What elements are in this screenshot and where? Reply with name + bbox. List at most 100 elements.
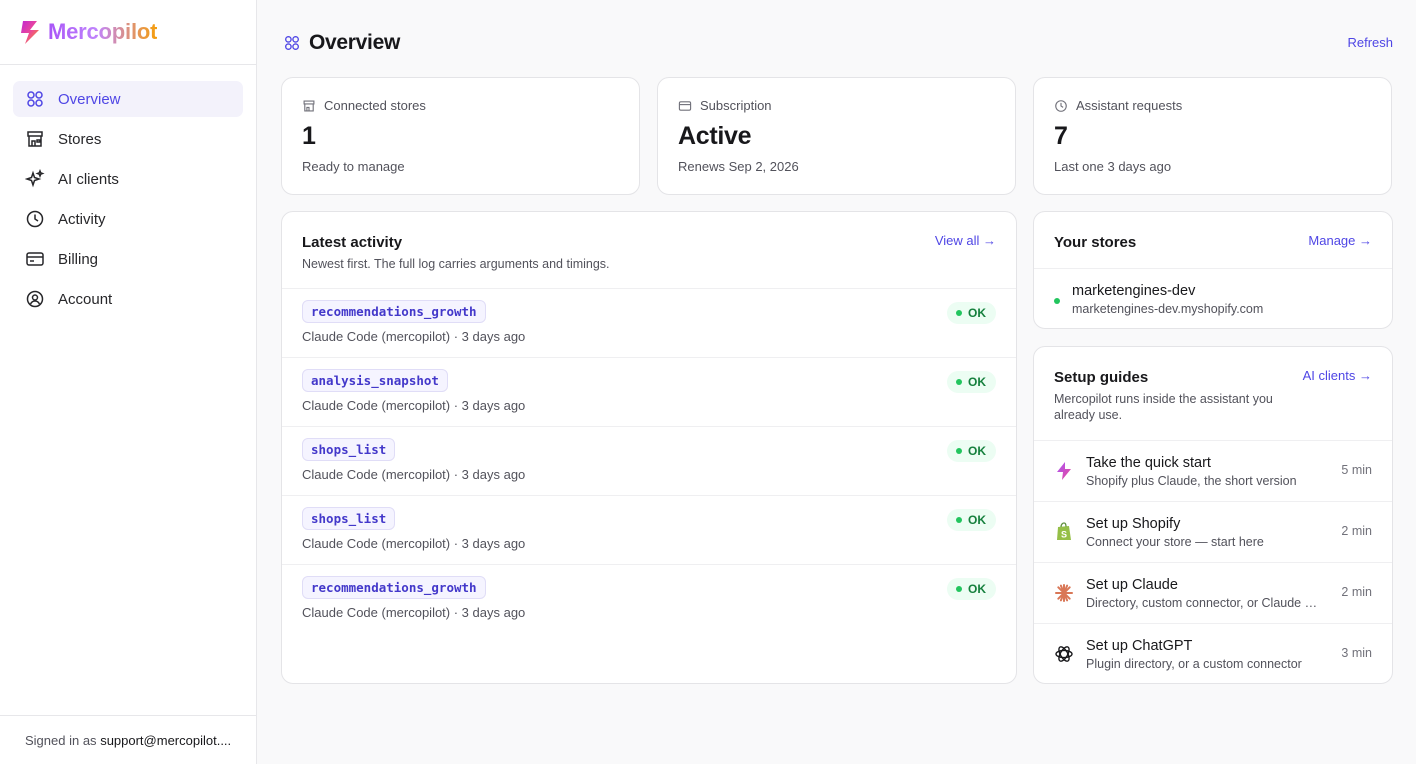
guide-time: 3 min xyxy=(1341,646,1372,660)
card-description: Mercopilot runs inside the assistant you… xyxy=(1054,392,1273,422)
activity-meta: Claude Code (mercopilot) · 3 days ago xyxy=(302,329,526,344)
sidebar-item-account[interactable]: Account xyxy=(13,281,243,317)
list-item[interactable]: shops_list Claude Code (mercopilot) · 3 … xyxy=(282,495,1016,564)
activity-meta: Claude Code (mercopilot) · 3 days ago xyxy=(302,398,526,413)
status-dot xyxy=(956,517,962,523)
store-domain: marketengines-dev.myshopify.com xyxy=(1072,302,1264,316)
stat-label: Connected stores xyxy=(324,98,426,113)
sidebar: Mercopilot Overview Stores AI clients Ac… xyxy=(0,0,257,764)
guide-subtitle: Shopify plus Claude, the short version xyxy=(1086,474,1297,488)
guide-item-shopify[interactable]: S Set up Shopify Connect your store — st… xyxy=(1034,501,1392,562)
store-name: marketengines-dev xyxy=(1072,283,1196,299)
list-item[interactable]: recommendations_growth Claude Code (merc… xyxy=(282,564,1016,633)
guide-item-quick-start[interactable]: Take the quick start Shopify plus Claude… xyxy=(1034,440,1392,501)
sidebar-item-label: AI clients xyxy=(58,170,119,188)
stat-sub: Last one 3 days ago xyxy=(1054,159,1172,174)
guide-subtitle: Directory, custom connector, or Claude C… xyxy=(1086,596,1324,610)
status-badge: OK xyxy=(947,302,996,324)
sidebar-item-label: Stores xyxy=(58,130,102,148)
refresh-button[interactable]: Refresh xyxy=(1347,35,1393,50)
store-icon xyxy=(27,131,43,147)
guide-list: Take the quick start Shopify plus Claude… xyxy=(1034,440,1392,684)
stat-label: Assistant requests xyxy=(1076,98,1183,113)
store-icon xyxy=(303,100,315,111)
status-badge: OK xyxy=(947,578,996,600)
sidebar-item-overview[interactable]: Overview xyxy=(13,81,243,117)
logo-icon xyxy=(21,21,39,44)
sparkles-icon xyxy=(25,169,45,188)
clock-icon xyxy=(1055,99,1067,112)
sidebar-nav: Overview Stores AI clients Activity Bill… xyxy=(0,65,256,337)
guide-subtitle: Plugin directory, or a custom connector xyxy=(1086,657,1302,671)
page-title: Overview xyxy=(309,31,400,54)
latest-activity-card: Latest activity Newest first. The full l… xyxy=(281,211,1017,684)
setup-guides-card: Setup guides Mercopilot runs inside the … xyxy=(1033,346,1393,684)
stat-card-assistant-requests: Assistant requests 7 Last one 3 days ago xyxy=(1033,77,1392,195)
tool-chip: shops_list xyxy=(302,507,396,530)
stat-sub: Ready to manage xyxy=(302,159,405,174)
page-header: Overview Refresh xyxy=(283,29,1393,57)
list-item[interactable]: analysis_snapshot Claude Code (mercopilo… xyxy=(282,357,1016,426)
credit-card-icon xyxy=(678,100,692,111)
sidebar-item-activity[interactable]: Activity xyxy=(13,201,243,237)
signed-in-footer[interactable]: Signed in as support@mercopilot.... xyxy=(0,715,256,764)
activity-meta: Claude Code (mercopilot) · 3 days ago xyxy=(302,467,526,482)
sidebar-item-billing[interactable]: Billing xyxy=(13,241,243,277)
guide-time: 2 min xyxy=(1341,524,1372,538)
list-item[interactable]: shops_list Claude Code (mercopilot) · 3 … xyxy=(282,426,1016,495)
signed-in-user: support@mercopilot.... xyxy=(100,732,232,748)
sidebar-item-ai-clients[interactable]: AI clients xyxy=(13,161,243,197)
guide-subtitle: Connect your store — start here xyxy=(1086,535,1264,549)
status-dot xyxy=(956,586,962,592)
stat-card-subscription: Subscription Active Renews Sep 2, 2026 xyxy=(657,77,1016,195)
guide-title: Take the quick start xyxy=(1086,455,1211,471)
claude-icon xyxy=(1055,584,1073,602)
status-dot xyxy=(956,310,962,316)
list-item[interactable]: recommendations_growth Claude Code (merc… xyxy=(282,288,1016,357)
guide-time: 5 min xyxy=(1341,463,1372,477)
signed-in-prefix: Signed in as xyxy=(25,732,97,748)
card-description: Newest first. The full log carries argum… xyxy=(302,257,610,271)
sidebar-item-label: Billing xyxy=(58,250,99,268)
guide-title: Set up Claude xyxy=(1086,577,1178,593)
guide-title: Set up Shopify xyxy=(1086,516,1181,532)
stat-value: 7 xyxy=(1054,122,1068,150)
guide-item-chatgpt[interactable]: Set up ChatGPT Plugin directory, or a cu… xyxy=(1034,623,1392,684)
sidebar-item-label: Account xyxy=(58,290,113,308)
activity-meta: Claude Code (mercopilot) · 3 days ago xyxy=(302,605,526,620)
clock-icon xyxy=(26,210,44,228)
guide-title: Set up ChatGPT xyxy=(1086,638,1193,654)
sidebar-item-label: Activity xyxy=(58,210,106,228)
sidebar-item-stores[interactable]: Stores xyxy=(13,121,243,157)
view-all-link[interactable]: View all → xyxy=(935,233,996,248)
stat-card-connected-stores: Connected stores 1 Ready to manage xyxy=(281,77,640,195)
store-status-dot xyxy=(1054,298,1060,304)
status-dot xyxy=(956,448,962,454)
tool-chip: analysis_snapshot xyxy=(302,369,448,392)
lightning-icon xyxy=(1057,462,1071,480)
tool-chip: recommendations_growth xyxy=(302,300,486,323)
user-circle-icon xyxy=(26,290,44,308)
activity-meta: Claude Code (mercopilot) · 3 days ago xyxy=(302,536,526,551)
stat-value: 1 xyxy=(302,122,316,150)
credit-card-icon xyxy=(26,252,44,266)
brand[interactable]: Mercopilot xyxy=(0,0,256,65)
grid-icon xyxy=(27,91,43,107)
sidebar-item-label: Overview xyxy=(58,90,121,108)
brand-name: Mercopilot xyxy=(48,19,158,44)
status-dot xyxy=(956,379,962,385)
status-badge: OK xyxy=(947,371,996,393)
stat-sub: Renews Sep 2, 2026 xyxy=(678,159,799,174)
ai-clients-link[interactable]: AI clients → xyxy=(1303,368,1372,383)
tool-chip: shops_list xyxy=(302,438,396,461)
shopify-icon: S xyxy=(1057,522,1071,540)
guide-time: 2 min xyxy=(1341,585,1372,599)
manage-stores-link[interactable]: Manage → xyxy=(1308,233,1372,248)
activity-list: recommendations_growth Claude Code (merc… xyxy=(282,288,1016,633)
status-badge: OK xyxy=(947,509,996,531)
card-title: Latest activity xyxy=(302,234,403,251)
status-badge: OK xyxy=(947,440,996,462)
store-item[interactable]: marketengines-dev marketengines-dev.mysh… xyxy=(1034,268,1392,329)
stat-value: Active xyxy=(678,122,752,150)
guide-item-claude[interactable]: Set up Claude Directory, custom connecto… xyxy=(1034,562,1392,623)
